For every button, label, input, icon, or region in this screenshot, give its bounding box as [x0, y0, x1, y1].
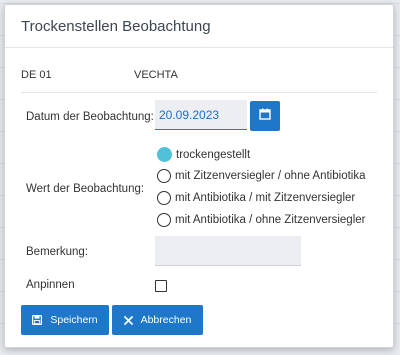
- pin-checkbox[interactable]: [155, 280, 167, 292]
- radio-label: mit Antibiotika / mit Zitzenversiegler: [175, 192, 356, 204]
- floppy-disk-icon: [32, 315, 43, 325]
- dialog-header: Trockenstellen Beobachtung: [5, 5, 393, 48]
- cancel-button-label: Abbrechen: [140, 314, 192, 326]
- date-input[interactable]: [155, 100, 247, 130]
- save-button-label: Speichern: [50, 314, 98, 326]
- animal-name: VECHTA: [134, 69, 178, 81]
- animal-id: DE 01: [21, 69, 52, 81]
- radio-button[interactable]: [157, 169, 171, 183]
- calendar-button[interactable]: [250, 101, 280, 131]
- radio-option-2[interactable]: mit Antibiotika / mit Zitzenversiegler: [157, 191, 355, 205]
- divider: [21, 92, 377, 93]
- remark-input[interactable]: [155, 236, 301, 266]
- dialog-title: Trockenstellen Beobachtung: [21, 17, 211, 35]
- radio-label: trockengestellt: [176, 148, 251, 161]
- save-button[interactable]: Speichern: [21, 305, 109, 335]
- radio-option-1[interactable]: mit Zitzenversiegler / ohne Antibiotika: [157, 169, 365, 183]
- radio-label: mit Antibiotika / ohne Zitzenversiegler: [175, 214, 366, 226]
- value-label: Wert der Beobachtung:: [26, 183, 145, 195]
- calendar-icon: [259, 107, 271, 125]
- radio-option-0[interactable]: trockengestellt: [157, 147, 250, 162]
- observation-dialog: Trockenstellen Beobachtung DE 01 VECHTA …: [4, 4, 394, 348]
- remark-label: Bemerkung:: [26, 246, 89, 258]
- radio-button-selected[interactable]: [157, 147, 172, 162]
- radio-label: mit Zitzenversiegler / ohne Antibiotika: [175, 170, 366, 182]
- cancel-button[interactable]: Abbrechen: [112, 305, 203, 335]
- close-icon: [123, 315, 133, 325]
- radio-button[interactable]: [157, 191, 171, 205]
- date-label: Datum der Beobachtung:: [26, 111, 154, 123]
- radio-option-3[interactable]: mit Antibiotika / ohne Zitzenversiegler: [157, 213, 365, 227]
- radio-button[interactable]: [157, 213, 171, 227]
- pin-label: Anpinnen: [26, 279, 75, 291]
